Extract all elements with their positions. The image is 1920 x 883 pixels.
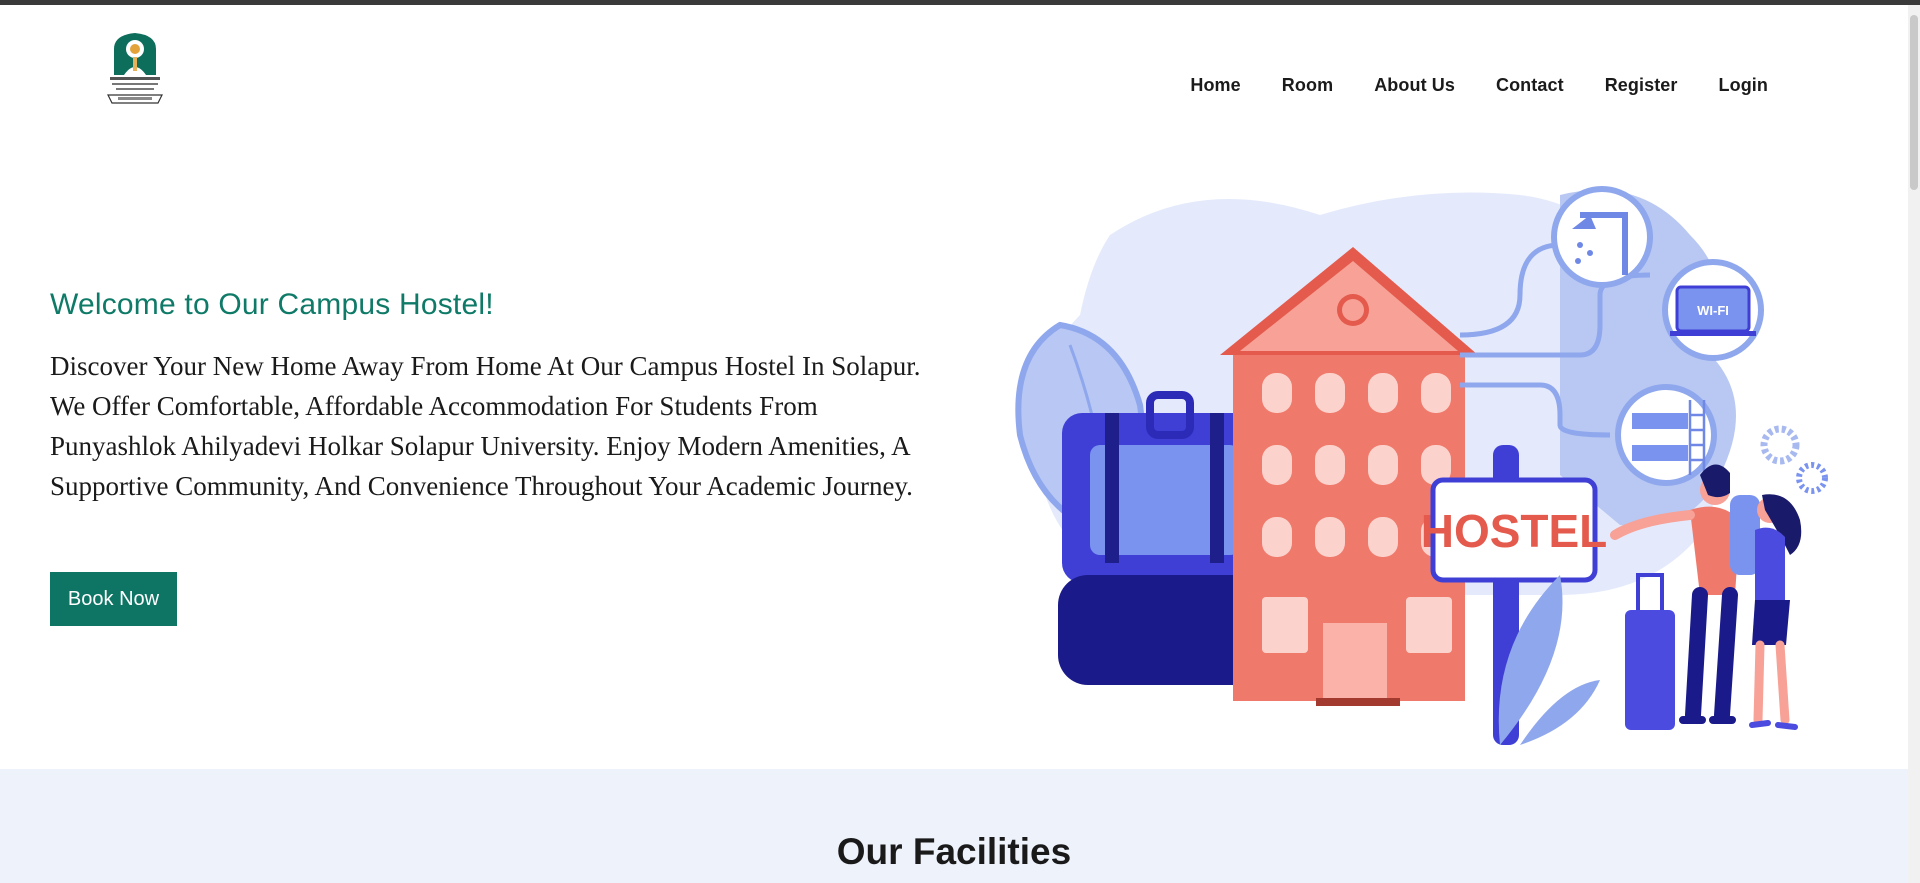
hostel-illustration: WI-FI HOSTEL (1015, 186, 1828, 745)
hostel-sign-text: HOSTEL (1421, 505, 1608, 557)
facilities-section: Our Facilities (0, 769, 1908, 883)
book-now-button[interactable]: Book Now (50, 572, 177, 626)
facilities-title: Our Facilities (836, 831, 1072, 872)
page: Home Room About Us Contact Register Logi… (0, 5, 1908, 883)
nav-register-link[interactable]: Register (1605, 75, 1678, 96)
university-logo[interactable] (104, 31, 166, 111)
page-scrollbar[interactable] (1908, 5, 1920, 883)
hero-description: Discover Your New Home Away From Home At… (50, 351, 921, 501)
main-nav: Home Room About Us Contact Register Logi… (1190, 75, 1768, 96)
nav-home-link[interactable]: Home (1190, 75, 1240, 96)
scrollbar-thumb[interactable] (1910, 15, 1918, 190)
wifi-label: WI-FI (1697, 303, 1729, 318)
hero-title: Welcome to Our Campus Hostel! (50, 288, 494, 321)
nav-login-link[interactable]: Login (1719, 75, 1768, 96)
nav-contact-link[interactable]: Contact (1496, 75, 1564, 96)
nav-room-link[interactable]: Room (1282, 75, 1333, 96)
site-header: Home Room About Us Contact Register Logi… (0, 5, 1908, 155)
nav-about-link[interactable]: About Us (1374, 75, 1455, 96)
